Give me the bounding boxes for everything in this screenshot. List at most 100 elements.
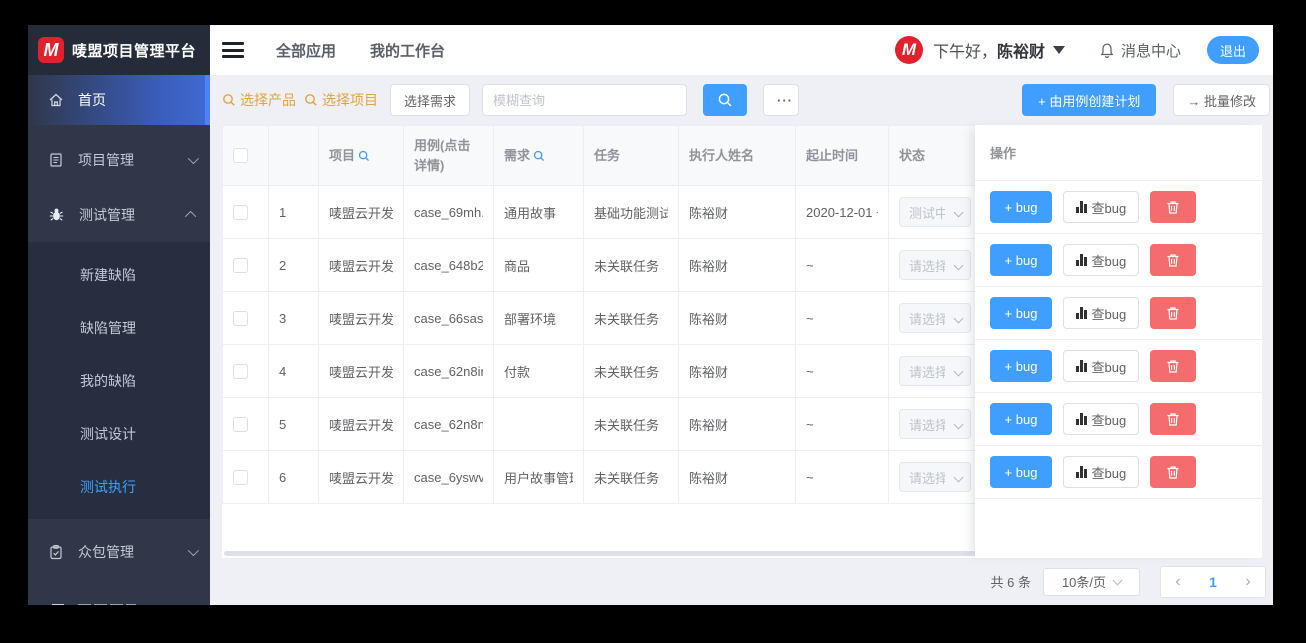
add-bug-button[interactable]: + bug [990, 297, 1052, 329]
sidebar-item-test-mgmt[interactable]: 测试管理 [28, 187, 210, 242]
sidebar-item-new-defect[interactable]: 新建缺陷 [28, 248, 210, 301]
sidebar-item-my-defects[interactable]: 我的缺陷 [28, 354, 210, 407]
view-bug-button[interactable]: 查bug [1063, 350, 1140, 382]
trash-icon [1167, 200, 1179, 214]
delete-button[interactable] [1150, 403, 1197, 435]
topbar: 全部应用 我的工作台 M 下午好，陈裕财 消息中心 退出 [210, 25, 1273, 75]
create-plan-button[interactable]: + 由用例创建计划 [1022, 84, 1157, 116]
view-bug-button[interactable]: 查bug [1063, 191, 1140, 223]
add-bug-button[interactable]: + bug [990, 403, 1052, 435]
usecase-link[interactable]: case_62n8ir... [414, 364, 483, 379]
header-usecase: 用例(点击详情) [404, 126, 494, 186]
status-select[interactable]: 请选择 [899, 303, 971, 333]
operations-fixed-column: 操作 + bug 查bug + bug 查bug + bug 查bug + bu… [975, 125, 1262, 558]
filter-toolbar: 选择产品 选择项目 选择需求 ··· + 由用例创建计划 → 批量修改 [210, 75, 1273, 125]
delete-button[interactable] [1150, 244, 1197, 276]
add-bug-button[interactable]: + bug [990, 350, 1052, 382]
project-cell: 唛盟云开发... [329, 205, 393, 221]
prev-page-button[interactable]: ‹ [1175, 573, 1180, 591]
sidebar-item-clipped[interactable] [28, 604, 210, 605]
more-filters-button[interactable]: ··· [763, 84, 800, 116]
delete-button[interactable] [1150, 191, 1197, 223]
view-bug-button[interactable]: 查bug [1063, 297, 1140, 329]
sidebar-item-test-design[interactable]: 测试设计 [28, 407, 210, 460]
view-bug-button[interactable]: 查bug [1063, 244, 1140, 276]
op-row: + bug 查bug [975, 234, 1262, 287]
time-cell: 2020-12-01 ~ 20 [806, 204, 878, 220]
usecase-link[interactable]: case_6yswv... [414, 470, 483, 485]
logout-button[interactable]: 退出 [1207, 36, 1259, 64]
current-page[interactable]: 1 [1209, 574, 1217, 590]
search-icon[interactable] [533, 150, 545, 162]
sidebar-item-crowd-mgmt[interactable]: 众包管理 [28, 524, 210, 579]
nav-workbench[interactable]: 我的工作台 [370, 40, 445, 61]
usecase-link[interactable]: case_648b2... [414, 258, 483, 273]
page-size-select[interactable]: 10条/页 [1043, 567, 1140, 596]
search-button[interactable] [703, 84, 748, 116]
select-requirement-button[interactable]: 选择需求 [390, 84, 471, 116]
sidebar-item-home[interactable]: 首页 [28, 75, 210, 125]
select-all-checkbox[interactable] [233, 148, 248, 163]
select-project-link[interactable]: 选择项目 [304, 90, 378, 110]
add-bug-button[interactable]: + bug [990, 456, 1052, 488]
sidebar-item-project-mgmt[interactable]: 项目管理 [28, 132, 210, 187]
chevron-down-icon [953, 207, 964, 218]
view-bug-button[interactable]: 查bug [1063, 456, 1140, 488]
delete-button[interactable] [1150, 456, 1197, 488]
view-bug-button[interactable]: 查bug [1063, 403, 1140, 435]
status-select[interactable]: 测试中 [899, 197, 971, 227]
chevron-down-icon [187, 544, 200, 556]
header-task: 任务 [584, 126, 679, 186]
batch-edit-button[interactable]: → 批量修改 [1173, 84, 1270, 116]
message-center[interactable]: 消息中心 [1099, 40, 1181, 61]
sidebar-item-label: 首页 [78, 92, 106, 108]
dropdown-caret-icon[interactable] [1052, 46, 1065, 54]
trash-icon [1167, 465, 1179, 479]
nav-all-apps[interactable]: 全部应用 [276, 40, 336, 61]
usecase-link[interactable]: case_62n8n... [414, 417, 483, 432]
add-bug-button[interactable]: + bug [990, 244, 1052, 276]
status-select[interactable]: 请选择 [899, 250, 971, 280]
next-page-button[interactable]: › [1245, 573, 1250, 591]
op-row: + bug 查bug [975, 340, 1262, 393]
row-checkbox[interactable] [233, 257, 248, 273]
test-execution-table: 项目 用例(点击详情) 需求 任务 执行人姓名 起止时间 状态 1 唛盟云开发.… [222, 125, 1262, 558]
delete-button[interactable] [1150, 350, 1197, 382]
clipped-label [78, 604, 136, 605]
row-checkbox[interactable] [233, 204, 248, 220]
sidebar-item-defect-mgmt[interactable]: 缺陷管理 [28, 301, 210, 354]
op-row: + bug 查bug [975, 287, 1262, 340]
usecase-link[interactable]: case_69mh... [414, 205, 483, 220]
header-index-cell [269, 126, 319, 186]
search-icon[interactable] [358, 150, 370, 162]
usecase-link[interactable]: case_66sas... [414, 311, 483, 326]
bar-chart-icon [1076, 254, 1087, 266]
total-count: 共 6 条 [990, 575, 1031, 590]
row-checkbox[interactable] [233, 469, 248, 485]
header-operations: 操作 [975, 125, 1262, 181]
hamburger-menu-icon[interactable] [222, 42, 244, 58]
row-checkbox[interactable] [233, 416, 248, 432]
add-bug-button[interactable]: + bug [990, 191, 1052, 223]
row-index: 1 [269, 186, 319, 239]
sidebar-item-label: 众包管理 [78, 543, 134, 560]
sidebar-item-test-execution[interactable]: 测试执行 [28, 460, 210, 513]
bar-chart-icon [1076, 360, 1087, 372]
executor-cell: 陈裕财 [689, 258, 729, 274]
requirement-cell: 商品 [504, 258, 531, 274]
task-cell: 未关联任务 [594, 470, 660, 486]
status-select[interactable]: 请选择 [899, 356, 971, 386]
row-checkbox[interactable] [233, 363, 248, 379]
status-select[interactable]: 请选择 [899, 462, 971, 492]
status-select[interactable]: 请选择 [899, 409, 971, 439]
select-product-link[interactable]: 选择产品 [222, 90, 296, 110]
requirement-cell: 付款 [504, 364, 531, 380]
delete-button[interactable] [1150, 297, 1197, 329]
sidebar-item-label: 测试管理 [79, 206, 135, 223]
username[interactable]: 陈裕财 [997, 44, 1045, 61]
bug-icon [49, 208, 64, 221]
fuzzy-search-input[interactable] [482, 84, 688, 116]
executor-cell: 陈裕财 [689, 205, 729, 221]
brand-logo-icon: M [38, 37, 64, 63]
row-checkbox[interactable] [233, 310, 248, 326]
